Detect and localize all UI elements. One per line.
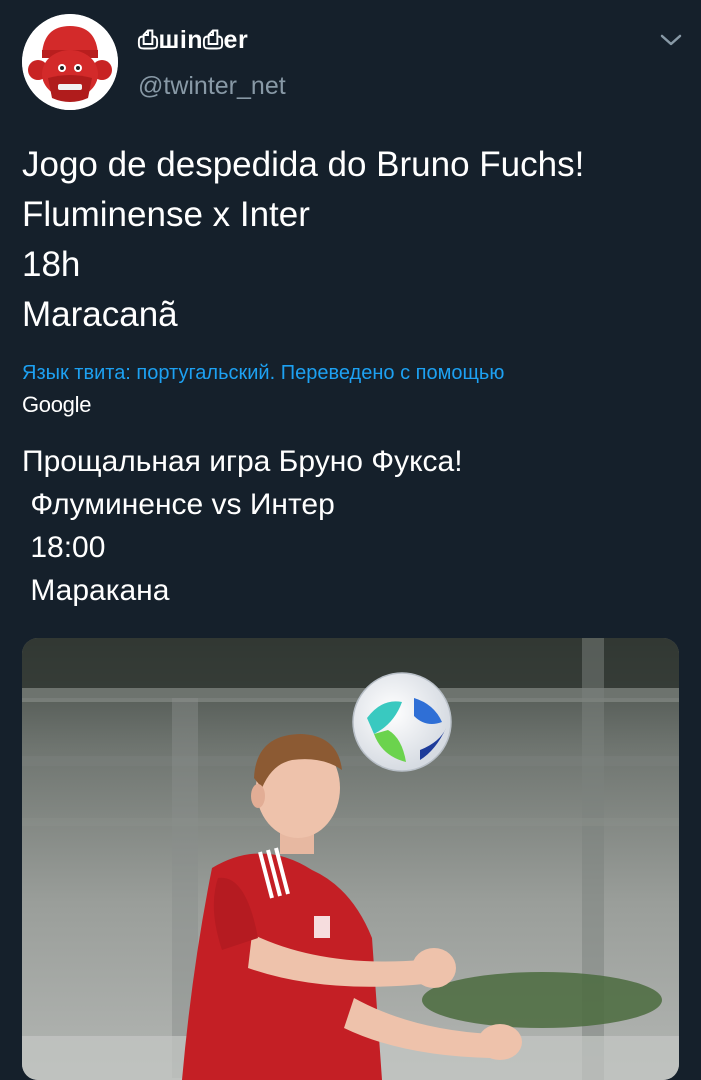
display-name[interactable]: ⎙шin⎙er	[138, 26, 248, 55]
tweet-line: Fluminense x Inter	[22, 195, 310, 234]
translated-text: Прощальная игра Бруно Фукса! Флуминенсе …	[22, 440, 682, 612]
translation-provider: Google	[22, 392, 92, 417]
tweet-line: Jogo de despedida do Bruno Fuchs!	[22, 145, 585, 184]
chevron-down-icon[interactable]	[658, 30, 684, 50]
tweet-line: 18h	[22, 245, 81, 284]
user-handle[interactable]: @twinter_net	[138, 72, 286, 101]
avatar[interactable]	[22, 14, 118, 110]
translated-line: 18:00	[22, 531, 106, 564]
tweet-line: Maracanã	[22, 295, 178, 334]
translation-note[interactable]: Язык твита: португальский. Переведено с …	[22, 362, 504, 385]
tweet-media-image[interactable]	[22, 638, 679, 1080]
mascot-avatar-icon	[22, 14, 118, 110]
translated-line: Флуминенсе vs Интер	[22, 488, 335, 521]
football-player-photo	[22, 638, 679, 1080]
translated-line: Прощальная игра Бруно Фукса!	[22, 445, 463, 478]
tweet-text: Jogo de despedida do Bruno Fuchs! Flumin…	[22, 140, 682, 340]
translated-line: Маракана	[22, 574, 170, 607]
